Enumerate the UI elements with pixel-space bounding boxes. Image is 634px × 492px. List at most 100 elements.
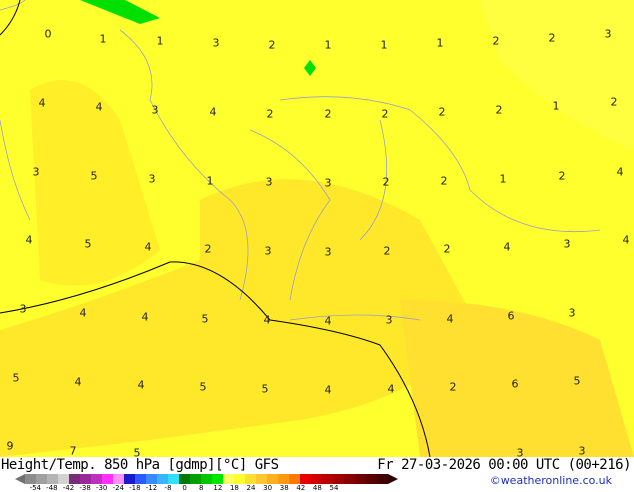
colorbar-swatch: [168, 474, 179, 484]
colorbar-swatch: [289, 474, 300, 484]
contour-label: 3: [385, 313, 393, 327]
contour-label: 4: [141, 310, 149, 324]
colorbar-swatch: [245, 474, 256, 484]
contour-label: 3: [324, 245, 332, 259]
colorbar-swatch: [311, 474, 322, 484]
colorbar-swatch: [377, 474, 388, 484]
contour-label: 2: [449, 380, 457, 394]
contour-label: 1: [324, 38, 332, 52]
colorbar-tick: 42: [296, 484, 306, 492]
colorbar-swatch: [223, 474, 234, 484]
colorbar-tick: -42: [62, 484, 75, 492]
contour-label: 3: [32, 165, 40, 179]
contour-label: 2: [381, 107, 389, 121]
colorbar-swatch: [201, 474, 212, 484]
contour-label: 3: [516, 446, 524, 458]
contour-label: 4: [324, 314, 332, 328]
colorbar-tick: -54: [29, 484, 42, 492]
colorbar-tick: -38: [79, 484, 91, 492]
contour-label: 2: [610, 95, 618, 109]
contour-label: 4: [622, 233, 630, 247]
colorbar-tick: 0: [182, 484, 187, 492]
contour-label: 4: [38, 96, 46, 110]
colorbar-tick: -12: [145, 484, 158, 492]
colorbar-tick: -48: [46, 484, 58, 492]
colorbar-tick: -8: [164, 484, 172, 492]
colorbar-swatch: [135, 474, 146, 484]
colorbar-swatch: [113, 474, 124, 484]
contour-label: 4: [25, 233, 33, 247]
colorbar-tick: 18: [229, 484, 239, 492]
contour-label: 4: [74, 375, 82, 389]
colorbar-swatch: [278, 474, 289, 484]
colorbar-swatch: [256, 474, 267, 484]
colorbar-tick: 24: [246, 484, 256, 492]
colorbar: [15, 474, 398, 484]
contour-label: 2: [204, 242, 212, 256]
colorbar-swatch: [25, 474, 36, 484]
contour-label: 2: [492, 34, 500, 48]
contour-label: 2: [268, 38, 276, 52]
contour-label: 3: [568, 306, 576, 320]
contour-label: 4: [616, 165, 624, 179]
colorbar-right-arrow: [388, 474, 398, 484]
colorbar-swatch: [157, 474, 168, 484]
contour-label: 1: [156, 34, 164, 48]
contour-label: 5: [199, 380, 207, 394]
colorbar-ticks: -54 -48 -42 -38 -30 -24 -18 -12 -8 0 8 12 18 24 30 38 42…: [27, 484, 342, 492]
colorbar-swatch: [322, 474, 333, 484]
colorbar-swatch: [366, 474, 377, 484]
contour-label: 5: [573, 374, 581, 388]
colorbar-swatch: [179, 474, 190, 484]
colorbar-swatch: [124, 474, 135, 484]
contour-label: 4: [209, 105, 217, 119]
contour-label: 1: [380, 38, 388, 52]
colorbar-swatch: [47, 474, 58, 484]
contour-label: 5: [261, 382, 269, 396]
colorbar-swatch: [91, 474, 102, 484]
contour-label: 0: [44, 27, 52, 41]
contour-label: 2: [438, 105, 446, 119]
contour-label: 9: [6, 439, 14, 453]
contour-label: 2: [266, 107, 274, 121]
contour-label: 4: [324, 383, 332, 397]
colorbar-tick: 54: [329, 484, 339, 492]
colorbar-swatch: [234, 474, 245, 484]
colorbar-swatch: [333, 474, 344, 484]
contour-label: 6: [507, 309, 515, 323]
contour-label: 2: [548, 31, 556, 45]
contour-label: 3: [151, 103, 159, 117]
colorbar-swatch: [344, 474, 355, 484]
colorbar-swatch: [300, 474, 311, 484]
colorbar-swatch: [69, 474, 80, 484]
colorbar-tick: 12: [213, 484, 223, 492]
contour-label: 2: [383, 244, 391, 258]
contour-label: 5: [12, 371, 20, 385]
contour-label: 3: [578, 444, 586, 458]
contour-label: 1: [499, 172, 507, 186]
contour-label: 4: [263, 313, 271, 327]
colorbar-left-arrow: [15, 474, 25, 484]
colorbar-swatch: [36, 474, 47, 484]
weather-map: 0 1 1 3 2 1 1 1 2 2 3 4 4 3 4 2 2 2 2 2 1 2 3 5 3 1 3 3 2 2 1 2 4 4 5 4 2 3 3 2…: [0, 0, 634, 457]
colorbar-tick: 8: [199, 484, 204, 492]
contour-label: 3: [604, 27, 612, 41]
colorbar-tick: 38: [279, 484, 289, 492]
map-title: Height/Temp. 850 hPa [gdmp][°C] GFS: [1, 457, 279, 473]
valid-time: Fr 27-03-2026 00:00 UTC (00+216): [377, 457, 631, 473]
contour-label: 5: [84, 237, 92, 251]
contour-label: 2: [558, 169, 566, 183]
contour-label: 2: [443, 242, 451, 256]
colorbar-swatch: [102, 474, 113, 484]
contour-label: 3: [212, 36, 220, 50]
colorbar-swatch: [355, 474, 366, 484]
contour-label: 1: [206, 174, 214, 188]
contour-label: 4: [503, 240, 511, 254]
map-shading: [0, 0, 634, 457]
colorbar-tick: -30: [95, 484, 108, 492]
contour-label: 4: [95, 100, 103, 114]
colorbar-swatch: [190, 474, 201, 484]
contour-label: 3: [563, 237, 571, 251]
contour-label: 5: [90, 169, 98, 183]
credit-link[interactable]: ©weatheronline.co.uk: [490, 474, 612, 487]
